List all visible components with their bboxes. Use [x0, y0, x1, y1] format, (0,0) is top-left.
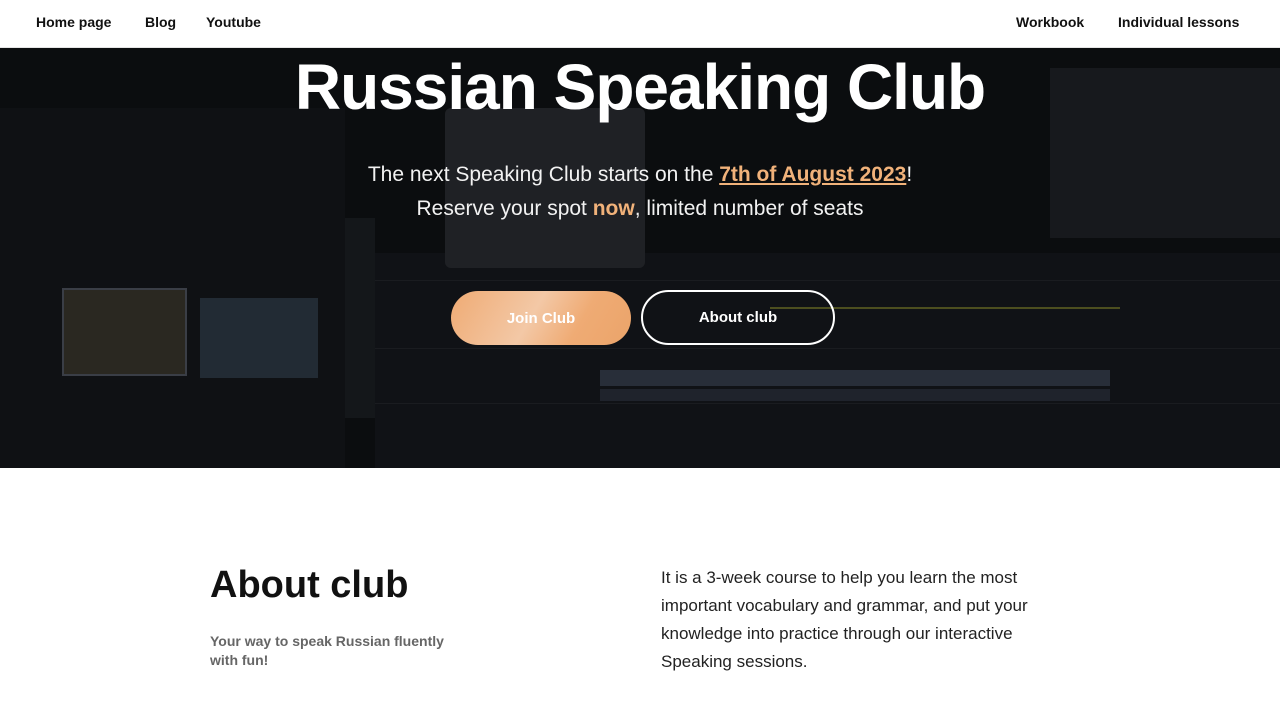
about-tagline: Your way to speak Russian fluently with … [210, 633, 444, 668]
hero-start-date-link[interactable]: 7th of August 2023 [719, 163, 906, 186]
hero-start-text: The next Speaking Club starts on the [367, 163, 720, 186]
about-club-button[interactable]: About club [641, 290, 835, 345]
hero-title: Russian Speaking Club [294, 51, 986, 123]
hero-subtitle-line-1: The next Speaking Club starts on the 7th… [0, 158, 1280, 192]
hero-reserve-text: Reserve your spot [416, 197, 593, 220]
join-club-button[interactable]: Join Club [451, 291, 631, 345]
nav-individual-lessons-link[interactable]: Individual lessons [1118, 14, 1239, 30]
about-title: About club [210, 564, 409, 606]
top-nav: Home page Blog Youtube Workbook Individu… [0, 0, 1280, 48]
about-description: It is a 3-week course to help you learn … [661, 568, 1028, 671]
about-section: About club Your way to speak Russian flu… [0, 468, 1280, 701]
hero-section: Russian Speaking Club The next Speaking … [0, 48, 1280, 468]
hero-subtitle: The next Speaking Club starts on the 7th… [0, 158, 1280, 226]
hero-subtitle-line-2: Reserve your spot now, limited number of… [0, 192, 1280, 226]
nav-blog-link[interactable]: Blog [145, 14, 176, 30]
hero-reserve-emphasis: now [592, 197, 635, 220]
hero-start-suffix: ! [906, 163, 913, 186]
hero-reserve-suffix: , limited number of seats [634, 197, 864, 220]
nav-workbook-link[interactable]: Workbook [1016, 14, 1084, 30]
nav-youtube-link[interactable]: Youtube [206, 14, 261, 30]
nav-home-link[interactable]: Home page [36, 14, 111, 30]
